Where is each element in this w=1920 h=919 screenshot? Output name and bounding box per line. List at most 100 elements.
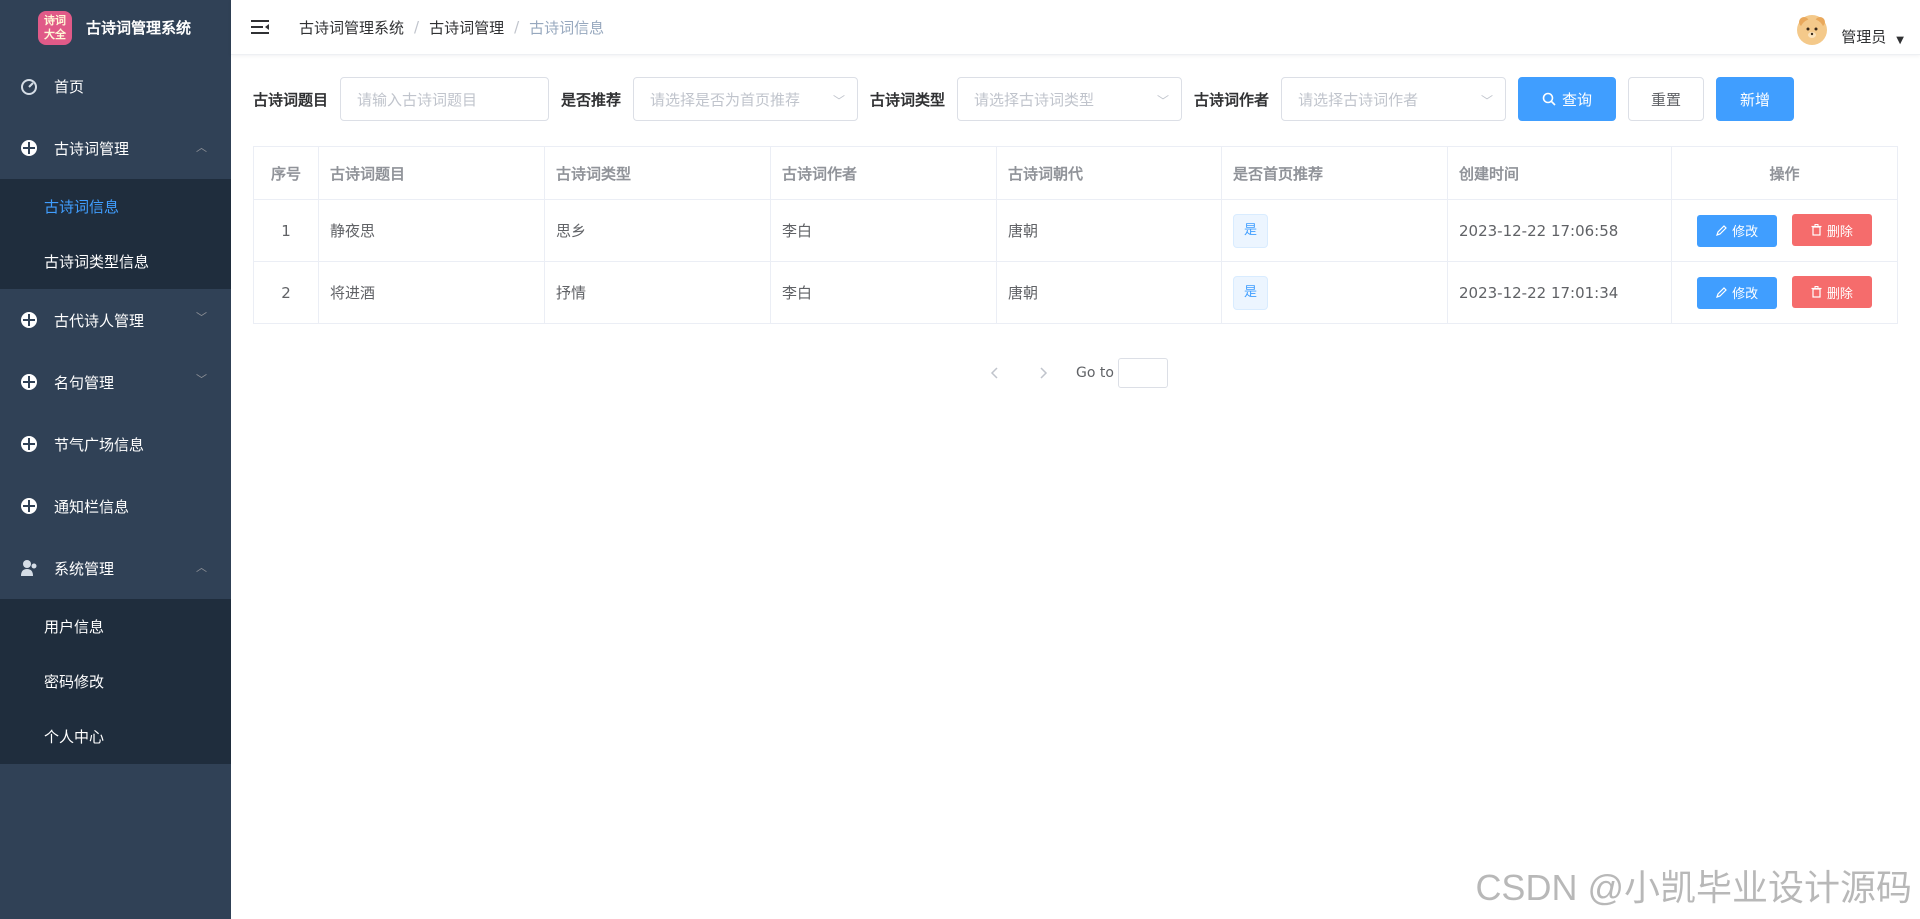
pagination: Go to bbox=[980, 358, 1168, 388]
edit-icon bbox=[1716, 287, 1727, 299]
sidebar-item-label: 首页 bbox=[54, 77, 85, 96]
poem-title: 静夜思 bbox=[318, 199, 545, 262]
user-name: 管理员 bbox=[1841, 28, 1887, 46]
plus-circle-icon bbox=[20, 497, 38, 515]
author-select-placeholder: 请选择古诗词作者 bbox=[1298, 90, 1419, 109]
sidebar-item-label: 系统管理 bbox=[54, 559, 115, 578]
avatar bbox=[1797, 14, 1828, 45]
user-dropdown[interactable]: 管理员 ▼ bbox=[1797, 12, 1904, 47]
brand: 诗词 大全 古诗词管理系统 bbox=[0, 0, 231, 55]
sidebar-item-label: 名句管理 bbox=[54, 373, 115, 392]
reset-button-label: 重置 bbox=[1651, 90, 1682, 109]
watermark: CSDN @小凯毕业设计源码 bbox=[1475, 867, 1912, 908]
chevron-down-icon: ﹀ bbox=[1157, 94, 1170, 108]
sidebar-item-label: 古诗词管理 bbox=[54, 139, 130, 158]
poem-type: 抒情 bbox=[544, 261, 771, 324]
sidebar-item-poem-info[interactable]: 古诗词信息 bbox=[0, 179, 231, 234]
poem-author: 李白 bbox=[770, 261, 997, 324]
author-select[interactable]: 请选择古诗词作者 ﹀ bbox=[1281, 77, 1507, 121]
app-logo: 诗词 大全 bbox=[38, 10, 72, 45]
title-filter-placeholder: 请输入古诗词题目 bbox=[357, 90, 478, 109]
prev-page-icon[interactable] bbox=[980, 358, 1010, 388]
sidebar-item-system-management[interactable]: 系统管理 ︿ bbox=[0, 537, 231, 599]
sidebar-item-user-info[interactable]: 用户信息 bbox=[0, 599, 231, 654]
column-header: 是否首页推荐 bbox=[1221, 146, 1448, 200]
sidebar-item-personal-center[interactable]: 个人中心 bbox=[0, 709, 231, 764]
poem-type: 思乡 bbox=[544, 199, 771, 262]
recommend-tag: 是 bbox=[1233, 213, 1269, 248]
menu-toggle-icon[interactable] bbox=[249, 16, 271, 38]
delete-button[interactable]: 删除 bbox=[1791, 276, 1872, 309]
delete-button[interactable]: 删除 bbox=[1791, 214, 1872, 247]
search-form: 古诗词题目 请输入古诗词题目 是否推荐 请选择是否为首页推荐 ﹀ 古诗词类型 请… bbox=[253, 77, 1806, 121]
column-header: 古诗词类型 bbox=[544, 146, 771, 200]
sidebar-item-label: 节气广场信息 bbox=[54, 435, 145, 454]
column-header: 古诗词作者 bbox=[770, 146, 997, 200]
sidebar-item-label: 古代诗人管理 bbox=[54, 311, 145, 330]
type-select-placeholder: 请选择古诗词类型 bbox=[974, 90, 1095, 109]
breadcrumb-separator: / bbox=[414, 18, 420, 36]
author-filter-label: 古诗词作者 bbox=[1194, 90, 1270, 109]
edit-button[interactable]: 修改 bbox=[1697, 214, 1778, 247]
edit-button[interactable]: 修改 bbox=[1697, 276, 1778, 309]
trash-icon bbox=[1811, 224, 1822, 236]
created-time: 2023-12-22 17:01:34 bbox=[1447, 261, 1672, 324]
poem-author: 李白 bbox=[770, 199, 997, 262]
goto-label: Go to bbox=[1076, 365, 1114, 381]
actions-cell: 修改 删除 bbox=[1671, 199, 1898, 262]
title-filter-input[interactable]: 请输入古诗词题目 bbox=[340, 77, 550, 121]
chevron-up-icon: ︿ bbox=[196, 141, 207, 154]
breadcrumb-current: 古诗词信息 bbox=[529, 18, 605, 37]
query-button-label: 查询 bbox=[1562, 90, 1593, 109]
breadcrumb-item[interactable]: 古诗词管理 bbox=[429, 17, 504, 38]
recommend-filter-label: 是否推荐 bbox=[561, 90, 622, 109]
poem-dynasty: 唐朝 bbox=[996, 261, 1222, 324]
column-header: 古诗词朝代 bbox=[996, 146, 1222, 200]
type-select[interactable]: 请选择古诗词类型 ﹀ bbox=[957, 77, 1183, 121]
table-header-row: 序号 古诗词题目 古诗词类型 古诗词作者 古诗词朝代 是否首页推荐 创建时间 操… bbox=[253, 146, 1898, 200]
search-icon bbox=[1542, 92, 1556, 106]
column-header: 创建时间 bbox=[1447, 146, 1672, 200]
add-button-label: 新增 bbox=[1740, 90, 1771, 109]
dashboard-icon bbox=[20, 77, 38, 95]
sidebar-item-solar-terms[interactable]: 节气广场信息 bbox=[0, 413, 231, 475]
top-navbar: 古诗词管理系统 / 古诗词管理 / 古诗词信息 管理员 ▼ bbox=[231, 0, 1920, 55]
recommend-select[interactable]: 请选择是否为首页推荐 ﹀ bbox=[633, 77, 859, 121]
sidebar-item-poet-management[interactable]: 古代诗人管理 ﹀ bbox=[0, 289, 231, 351]
sidebar-item-poem-management[interactable]: 古诗词管理 ︿ bbox=[0, 117, 231, 179]
reset-button[interactable]: 重置 bbox=[1628, 77, 1705, 121]
sidebar-item-home[interactable]: 首页 bbox=[0, 55, 231, 117]
chevron-up-icon: ︿ bbox=[196, 561, 207, 574]
app-title: 古诗词管理系统 bbox=[86, 19, 192, 37]
row-index: 2 bbox=[253, 261, 319, 324]
column-header: 序号 bbox=[253, 146, 319, 200]
goto-page-input[interactable] bbox=[1117, 358, 1168, 388]
recommend-cell: 是 bbox=[1221, 261, 1448, 324]
sidebar-item-password-change[interactable]: 密码修改 bbox=[0, 654, 231, 709]
edit-button-label: 修改 bbox=[1732, 225, 1759, 241]
plus-circle-icon bbox=[20, 311, 38, 329]
poem-table: 序号 古诗词题目 古诗词类型 古诗词作者 古诗词朝代 是否首页推荐 创建时间 操… bbox=[253, 146, 1898, 324]
chevron-down-icon: ﹀ bbox=[1481, 94, 1494, 108]
sidebar-item-poem-type-info[interactable]: 古诗词类型信息 bbox=[0, 234, 231, 289]
row-index: 1 bbox=[253, 199, 319, 262]
sidebar-item-notices[interactable]: 通知栏信息 bbox=[0, 475, 231, 537]
caret-down-icon: ▼ bbox=[1896, 35, 1904, 46]
breadcrumb-item[interactable]: 古诗词管理系统 bbox=[299, 17, 404, 38]
sidebar: 诗词 大全 古诗词管理系统 首页 古诗词管理 ︿ 古诗词信息 古诗词类型信息 古代… bbox=[0, 0, 231, 919]
add-button[interactable]: 新增 bbox=[1716, 77, 1795, 121]
next-page-icon[interactable] bbox=[1028, 358, 1058, 388]
plus-circle-icon bbox=[20, 435, 38, 453]
chevron-down-icon: ﹀ bbox=[833, 94, 846, 108]
type-filter-label: 古诗词类型 bbox=[870, 90, 946, 109]
sidebar-item-quote-management[interactable]: 名句管理 ﹀ bbox=[0, 351, 231, 413]
actions-cell: 修改 删除 bbox=[1671, 261, 1898, 324]
delete-button-label: 删除 bbox=[1826, 224, 1853, 240]
user-group-icon bbox=[20, 559, 38, 577]
breadcrumb-separator: / bbox=[514, 18, 520, 36]
query-button[interactable]: 查询 bbox=[1518, 77, 1617, 121]
plus-circle-icon bbox=[20, 139, 38, 157]
submenu-system-management: 用户信息 密码修改 个人中心 bbox=[0, 599, 231, 764]
submenu-poem-management: 古诗词信息 古诗词类型信息 bbox=[0, 179, 231, 289]
column-header: 古诗词题目 bbox=[318, 146, 545, 200]
